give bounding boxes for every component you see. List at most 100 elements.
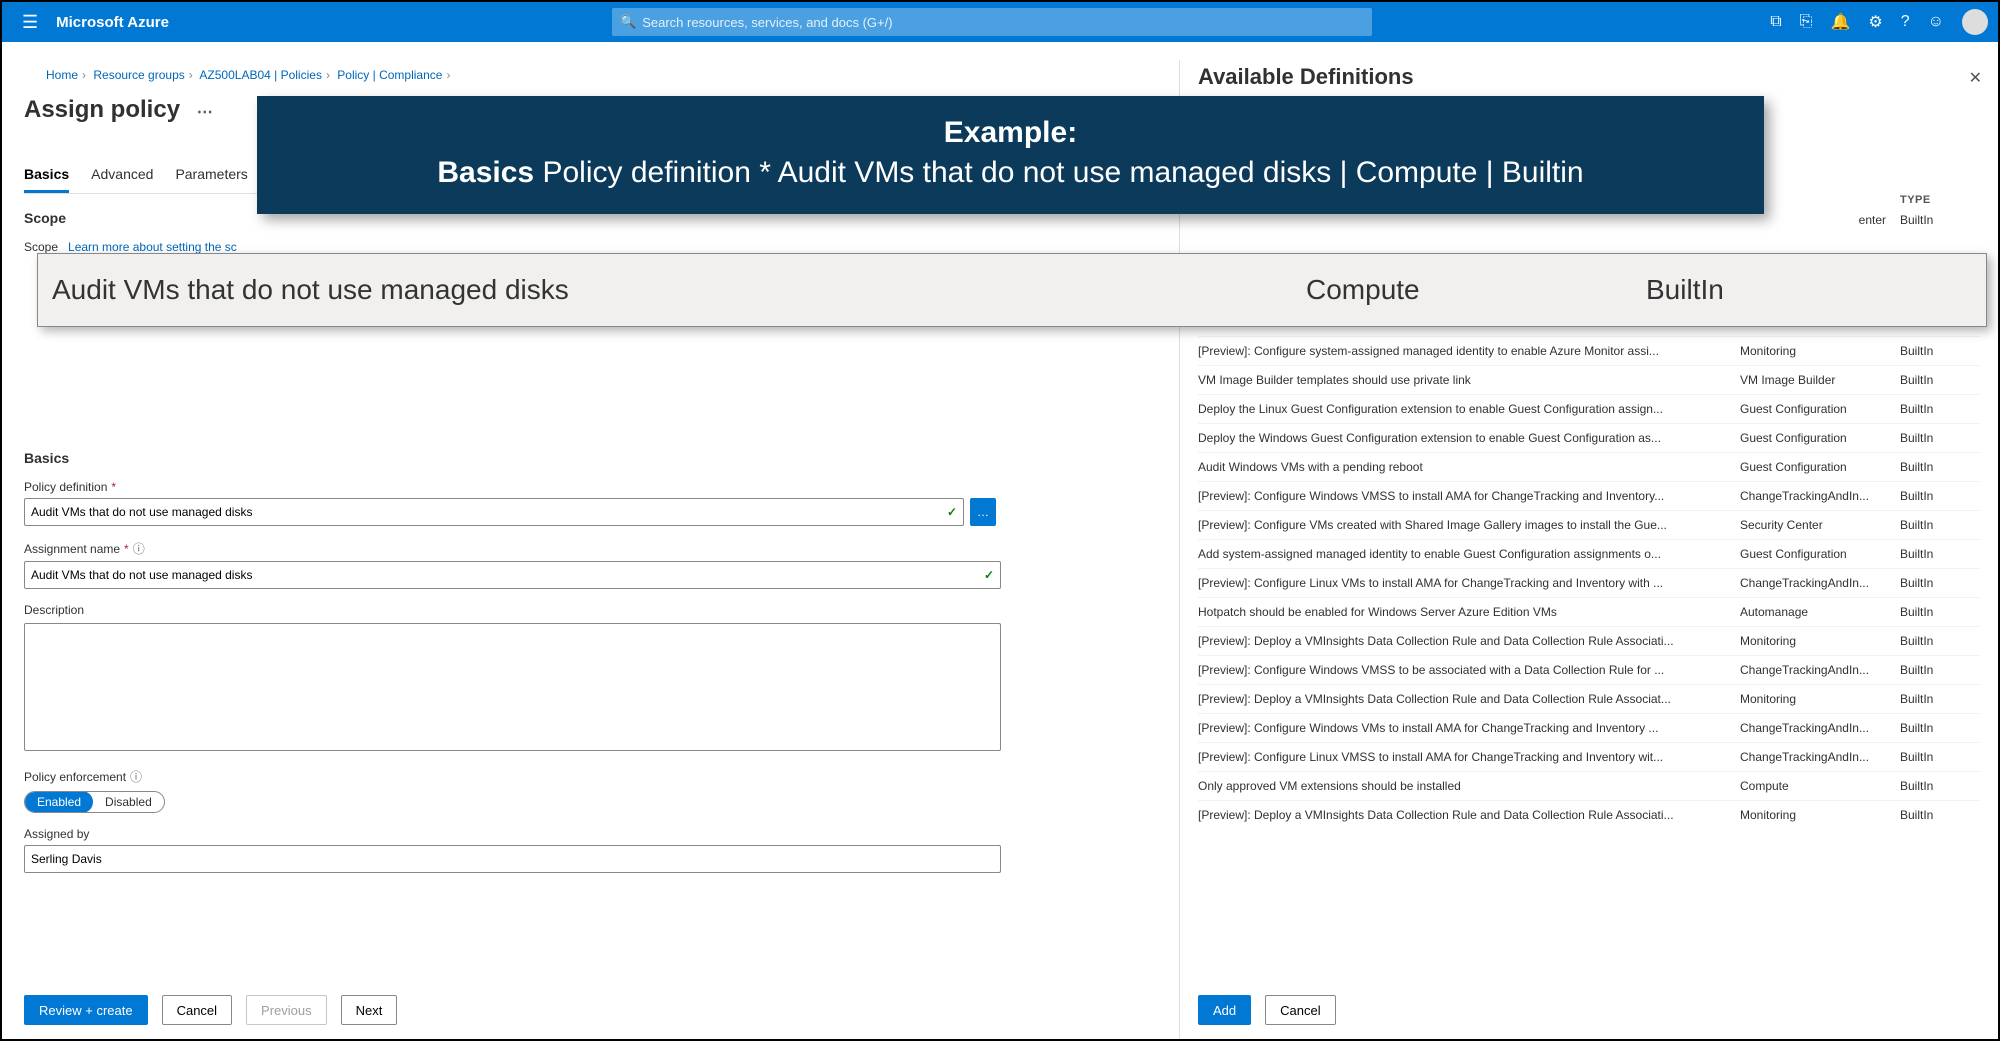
def-type: BuiltIn [1900,373,1980,387]
def-type: BuiltIn [1900,605,1980,619]
assignment-input-wrap: ✓ [24,561,1001,589]
def-type: BuiltIn [1900,518,1980,532]
cloudshell-icon[interactable]: ⧉ [1770,13,1781,31]
definition-row[interactable]: Audit Windows VMs with a pending reboot … [1198,452,1980,481]
policy-def-input-wrap: ✓ [24,498,964,526]
feedback-icon[interactable]: ☺ [1928,13,1944,31]
valid-check-icon: ✓ [984,568,994,582]
toggle-enabled[interactable]: Enabled [25,791,93,813]
def-category: Guest Configuration [1740,547,1900,561]
def-category: ChangeTrackingAndIn... [1740,489,1900,503]
def-type: BuiltIn [1900,431,1980,445]
more-icon[interactable]: ⋯ [197,104,213,121]
def-type: BuiltIn [1900,460,1980,474]
definition-row[interactable]: [Preview]: Deploy a VMInsights Data Coll… [1198,684,1980,713]
assigned-by-input[interactable] [24,845,1001,873]
close-icon[interactable]: ✕ [1969,68,1982,88]
directories-icon[interactable]: ⎘ [1800,13,1813,31]
example-callout: Example: Basics Policy definition * Audi… [257,96,1764,214]
crumb-1[interactable]: Resource groups [93,68,184,82]
brand-title: Microsoft Azure [56,14,169,31]
definition-list: [Preview]: Configure system-assigned man… [1198,336,1980,829]
def-name: [Preview]: Configure VMs created with Sh… [1198,518,1740,532]
definition-row[interactable]: VM Image Builder templates should use pr… [1198,365,1980,394]
policy-def-picker-button[interactable]: … [970,498,996,526]
scope-hint-link[interactable]: Learn more about setting the sc [68,240,237,254]
valid-check-icon: ✓ [947,505,957,519]
tab-parameters[interactable]: Parameters [175,160,247,193]
def-name: Deploy the Windows Guest Configuration e… [1198,431,1740,445]
def-name: [Preview]: Configure Windows VMSS to be … [1198,663,1740,677]
definition-row[interactable]: [Preview]: Configure Windows VMs to inst… [1198,713,1980,742]
enforcement-toggle[interactable]: Enabled Disabled [24,791,165,813]
crumb-0[interactable]: Home [46,68,78,82]
search-icon: 🔍 [620,14,636,30]
definition-row[interactable]: [Preview]: Configure Windows VMSS to ins… [1198,481,1980,510]
def-name: [Preview]: Configure Windows VMs to inst… [1198,721,1740,735]
def-category: ChangeTrackingAndIn... [1740,721,1900,735]
def-category: Monitoring [1740,808,1900,822]
enforcement-label: Policy enforcement ⓘ [24,768,1157,785]
definition-row[interactable]: [Preview]: Configure Linux VMs to instal… [1198,568,1980,597]
cancel-def-button[interactable]: Cancel [1265,995,1335,1025]
hamburger-icon[interactable]: ☰ [12,12,48,33]
previous-button: Previous [246,995,327,1025]
avatar[interactable] [1962,9,1988,35]
def-type: BuiltIn [1900,779,1980,793]
def-category: Monitoring [1740,692,1900,706]
def-category: Guest Configuration [1740,402,1900,416]
callout-line1: Example: [287,116,1734,150]
info-icon[interactable]: ⓘ [133,540,145,557]
definition-row[interactable]: Only approved VM extensions should be in… [1198,771,1980,800]
toggle-disabled[interactable]: Disabled [93,791,164,813]
definition-row[interactable]: [Preview]: Configure VMs created with Sh… [1198,510,1980,539]
policy-def-label: Policy definition* [24,480,1157,494]
def-name: [Preview]: Deploy a VMInsights Data Coll… [1198,634,1740,648]
example-row-category: Compute [1306,274,1646,306]
definition-row[interactable]: [Preview]: Configure Windows VMSS to be … [1198,655,1980,684]
definition-row[interactable]: [Preview]: Configure Linux VMSS to insta… [1198,742,1980,771]
def-name: [Preview]: Deploy a VMInsights Data Coll… [1198,808,1740,822]
def-type: BuiltIn [1900,663,1980,677]
def-type: BuiltIn [1900,692,1980,706]
def-name: [Preview]: Configure Linux VMs to instal… [1198,576,1740,590]
add-button[interactable]: Add [1198,995,1251,1025]
search-input[interactable] [642,15,1364,30]
def-name: Hotpatch should be enabled for Windows S… [1198,605,1740,619]
definition-row[interactable]: [Preview]: Deploy a VMInsights Data Coll… [1198,626,1980,655]
def-name: Deploy the Linux Guest Configuration ext… [1198,402,1740,416]
definition-row[interactable]: [Preview]: Configure system-assigned man… [1198,336,1980,365]
def-category: ChangeTrackingAndIn... [1740,576,1900,590]
top-bar: ☰ Microsoft Azure 🔍 ⧉ ⎘ 🔔 ⚙ ? ☺ [2,2,1998,42]
def-type: BuiltIn [1900,547,1980,561]
definition-row[interactable]: Deploy the Windows Guest Configuration e… [1198,423,1980,452]
info-icon[interactable]: ⓘ [130,768,142,785]
right-title: Available Definitions [1198,64,1980,90]
definition-row[interactable]: Add system-assigned managed identity to … [1198,539,1980,568]
definition-row[interactable]: [Preview]: Deploy a VMInsights Data Coll… [1198,800,1980,829]
tab-basics[interactable]: Basics [24,160,69,193]
description-input[interactable] [24,623,1001,751]
def-type: BuiltIn [1900,489,1980,503]
help-icon[interactable]: ? [1901,13,1910,31]
notifications-icon[interactable]: 🔔 [1830,12,1850,32]
cancel-button[interactable]: Cancel [162,995,232,1025]
tab-advanced[interactable]: Advanced [91,160,153,193]
crumb-3[interactable]: Policy | Compliance [337,68,442,82]
review-create-button[interactable]: Review + create [24,995,148,1025]
settings-icon[interactable]: ⚙ [1868,12,1882,32]
breadcrumb: Home› Resource groups› AZ500LAB04 | Poli… [24,60,1157,84]
def-type: BuiltIn [1900,808,1980,822]
definition-row[interactable]: Hotpatch should be enabled for Windows S… [1198,597,1980,626]
right-footer: Add Cancel [1198,995,1336,1025]
crumb-2[interactable]: AZ500LAB04 | Policies [199,68,322,82]
assignment-input[interactable] [31,568,984,582]
global-search[interactable]: 🔍 [612,8,1372,36]
definition-row[interactable]: Deploy the Linux Guest Configuration ext… [1198,394,1980,423]
next-button[interactable]: Next [341,995,398,1025]
def-type: BuiltIn [1900,721,1980,735]
def-name: [Preview]: Configure system-assigned man… [1198,344,1740,358]
assigned-by-label: Assigned by [24,827,1157,841]
policy-def-input[interactable] [31,505,947,519]
assignment-label: Assignment name* ⓘ [24,540,1157,557]
